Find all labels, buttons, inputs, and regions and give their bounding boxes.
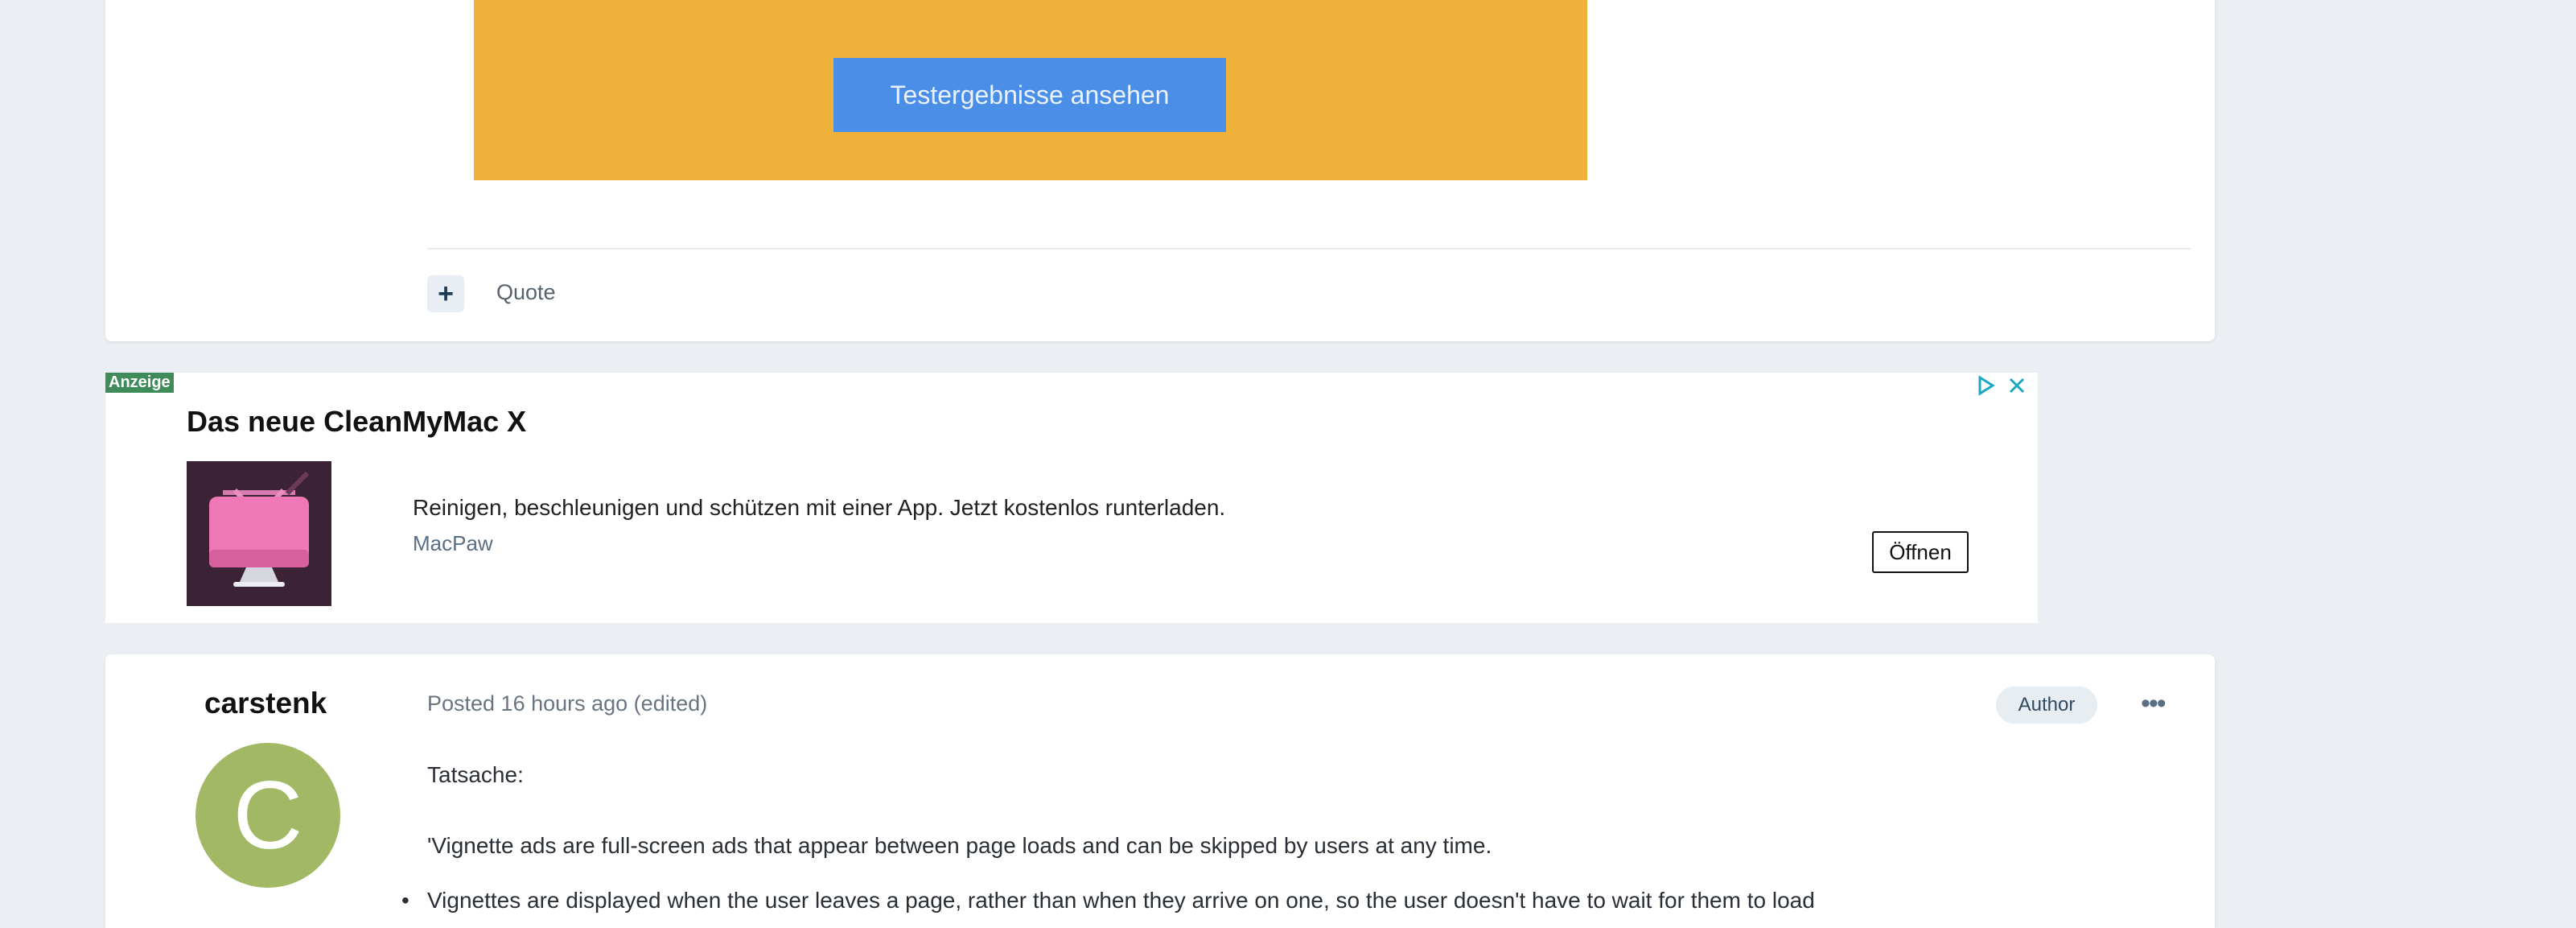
avatar[interactable]: C: [195, 743, 340, 888]
quote-button[interactable]: Quote: [496, 280, 556, 305]
adchoices-icon[interactable]: [1975, 374, 1998, 397]
ad-app-image[interactable]: [187, 461, 331, 606]
ad-label: Anzeige: [105, 373, 174, 393]
embedded-image: Testergebnisse ansehen: [474, 0, 1587, 180]
avatar-letter: C: [232, 761, 303, 869]
close-icon[interactable]: [2006, 374, 2028, 397]
view-test-results-button[interactable]: Testergebnisse ansehen: [833, 58, 1226, 132]
post-list: Vignettes are displayed when the user le…: [401, 888, 1815, 914]
plus-icon[interactable]: +: [427, 275, 464, 312]
open-button[interactable]: Öffnen: [1872, 531, 1969, 573]
post-divider: [427, 248, 2191, 250]
ad-banner[interactable]: Anzeige Das neue CleanMyMac X Reinigen, …: [105, 373, 2038, 623]
post-paragraph: 'Vignette ads are full-screen ads that a…: [427, 833, 1492, 858]
post-username[interactable]: carstenk: [204, 687, 327, 720]
more-horizontal-icon[interactable]: •••: [2141, 688, 2167, 720]
post-paragraph: Tatsache:: [427, 762, 524, 787]
ad-description[interactable]: Reinigen, beschleunigen und schützen mit…: [413, 495, 1225, 521]
list-item: Vignettes are displayed when the user le…: [401, 888, 1815, 914]
post-timestamp[interactable]: Posted 16 hours ago (edited): [427, 691, 707, 716]
post-card: carstenk C Posted 16 hours ago (edited) …: [105, 654, 2215, 928]
ad-title[interactable]: Das neue CleanMyMac X: [187, 405, 526, 439]
previous-post-card: Testergebnisse ansehen + Quote: [105, 0, 2215, 341]
author-badge: Author: [1996, 687, 2097, 724]
ad-brand[interactable]: MacPaw: [413, 531, 493, 556]
